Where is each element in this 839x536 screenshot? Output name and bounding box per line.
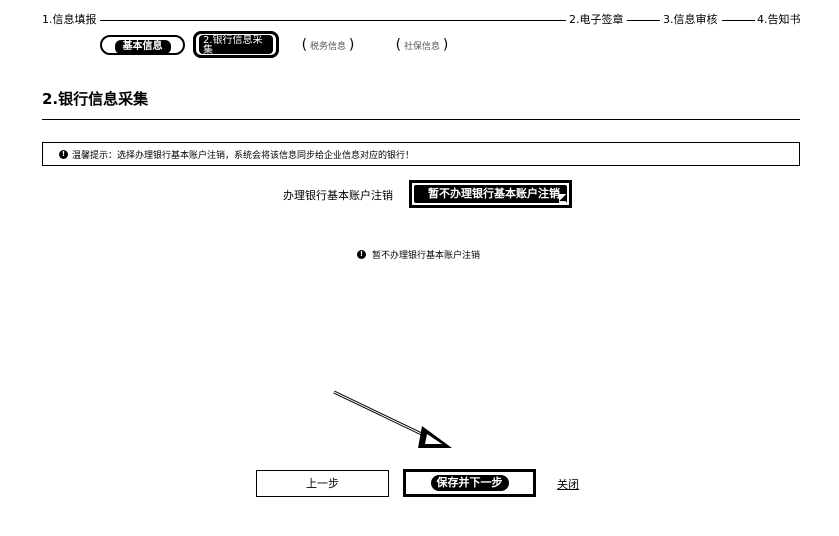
tab-basic-info-label: 基本信息: [114, 40, 171, 54]
step-e-signature: 2.电子签章: [569, 13, 624, 26]
section-divider: [42, 119, 800, 120]
step-connector: [722, 20, 755, 21]
step-notice-letter: 4.告知书: [757, 13, 801, 26]
selection-hint-text: 暂不办理银行基本账户注销: [372, 251, 481, 261]
tab-basic-info[interactable]: 基本信息: [100, 35, 185, 55]
selection-hint: ! 暂不办理银行基本账户注销: [357, 248, 480, 261]
save-and-next-button[interactable]: 保存并下一步: [403, 469, 536, 497]
save-and-next-label: 保存并下一步: [430, 475, 509, 491]
account-cancel-selected-value: 暂不办理银行基本账户注销: [414, 185, 567, 203]
annotation-arrow-icon: [333, 390, 452, 448]
account-cancel-label: 办理银行基本账户注销: [283, 189, 393, 202]
tab-tax-info-label: 税务信息: [309, 42, 346, 52]
step-connector: [100, 20, 566, 21]
section-title: 2.银行信息采集: [42, 90, 149, 108]
step-connector: [627, 20, 660, 21]
dropdown-corner-icon: ◢: [559, 193, 566, 203]
tab-bank-info-label: 2.银行信息采集: [199, 35, 273, 54]
prev-step-button[interactable]: 上一步: [256, 470, 389, 497]
tab-social-insurance-label: 社保信息: [403, 42, 440, 52]
tab-social-insurance[interactable]: ( 社保信息 ): [376, 35, 468, 55]
account-cancel-select[interactable]: 暂不办理银行基本账户注销 ◢: [409, 180, 572, 208]
tab-bank-info[interactable]: 2.银行信息采集: [193, 31, 279, 58]
info-icon: !: [357, 250, 366, 259]
step-info-fill: 1.信息填报: [42, 13, 97, 26]
notice-text: 温馨提示：选择办理银行基本账户注销，系统会将该信息同步给企业信息对应的银行！: [72, 150, 415, 161]
close-link[interactable]: 关闭: [557, 476, 579, 492]
step-info-review: 3.信息审核: [663, 13, 718, 26]
notice-banner: ! 温馨提示：选择办理银行基本账户注销，系统会将该信息同步给企业信息对应的银行！: [42, 142, 800, 166]
info-icon: !: [59, 149, 68, 159]
tab-tax-info[interactable]: ( 税务信息 ): [283, 35, 373, 55]
